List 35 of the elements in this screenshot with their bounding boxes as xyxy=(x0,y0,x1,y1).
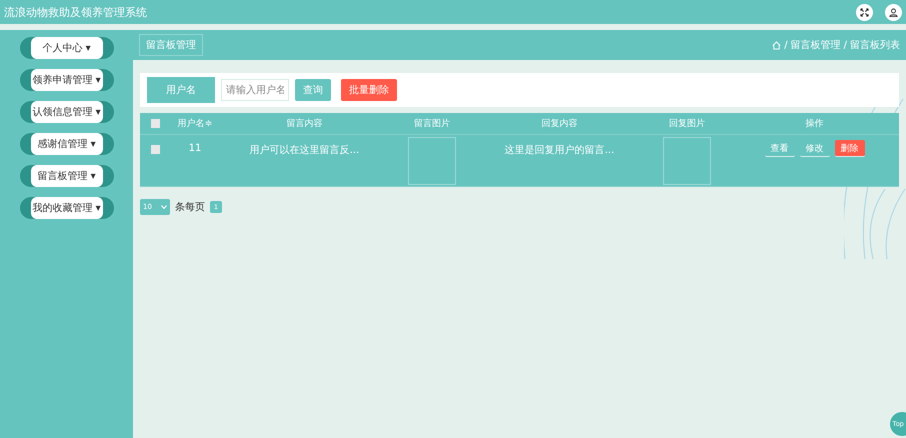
column-header: 回复图片 xyxy=(668,118,706,130)
fullscreen-icon[interactable] xyxy=(856,4,873,20)
menu-item[interactable]: 留言板管理 ▾ xyxy=(30,165,102,187)
home-icon[interactable] xyxy=(772,40,782,50)
menu-item[interactable]: 我的收藏管理 ▾ xyxy=(30,197,102,219)
menu-item[interactable]: 个人中心 ▾ xyxy=(30,37,102,59)
column-header: 操作 xyxy=(804,118,824,130)
chevron-down-icon xyxy=(161,205,167,209)
menu-item[interactable]: 认领信息管理 ▾ xyxy=(30,101,102,123)
menu-item[interactable]: 感谢信管理 ▾ xyxy=(30,133,102,155)
column-header: 留言图片 xyxy=(413,118,451,130)
search-label: 用户名 xyxy=(147,77,215,103)
batch-delete-button[interactable]: 批量删除 xyxy=(341,79,397,101)
breadcrumb-item[interactable]: 留言板管理 xyxy=(790,38,841,52)
table-cell-text: 11 xyxy=(188,142,202,154)
breadcrumb-separator: / xyxy=(784,40,788,50)
action-button[interactable]: 删除 xyxy=(834,140,864,157)
page-title: 留言板管理 xyxy=(139,34,203,56)
row-checkbox[interactable] xyxy=(150,145,160,154)
broken-image-icon xyxy=(408,137,456,185)
breadcrumb-item[interactable]: 留言板列表 xyxy=(850,38,900,52)
app-title: 流浪动物救助及领养管理系统 xyxy=(4,4,147,20)
table-cell-text: 这里是回复用户的留言... xyxy=(504,144,616,157)
user-icon[interactable] xyxy=(885,4,902,20)
column-header: 回复内容 xyxy=(540,118,578,130)
query-button[interactable]: 查询 xyxy=(295,79,331,101)
column-header: 留言内容 xyxy=(286,118,324,130)
broken-image-icon xyxy=(663,137,711,185)
breadcrumb-separator: / xyxy=(844,40,847,50)
select-all-checkbox[interactable] xyxy=(150,119,160,128)
menu-item[interactable]: 领养申请管理 ▾ xyxy=(30,69,102,91)
table-cell-text: 用户可以在这里留言反... xyxy=(248,144,360,157)
per-page-label: 条每页 xyxy=(175,201,205,214)
column-header[interactable]: 用户名≑ xyxy=(170,117,220,130)
username-field[interactable]: 请输入用户名 xyxy=(221,79,289,101)
